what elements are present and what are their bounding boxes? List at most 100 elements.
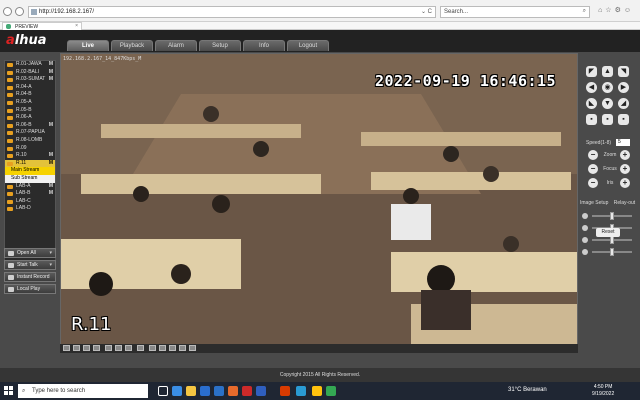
video-feed[interactable]: 192.168.2.167_14_847Kbps_M 2022-09-19 16…: [60, 53, 578, 350]
slider-knob[interactable]: [610, 212, 614, 220]
open-all-button[interactable]: Open All ▾: [4, 248, 56, 258]
iris-open-icon[interactable]: +: [620, 178, 630, 188]
back-icon[interactable]: [3, 7, 12, 16]
image-setup-title[interactable]: Image Setup: [580, 200, 608, 206]
hue-slider[interactable]: [582, 248, 636, 256]
tab-playback[interactable]: Playback: [111, 40, 153, 51]
layout-1-icon[interactable]: [63, 345, 70, 351]
taskbar-search-input[interactable]: ⌕ Type here to search: [18, 384, 148, 398]
record-icon[interactable]: [159, 345, 166, 351]
channel-item[interactable]: R.10 M: [5, 152, 55, 160]
file-explorer-icon[interactable]: [186, 386, 196, 396]
internet-explorer-icon[interactable]: [296, 386, 306, 396]
ptz-preset-icon[interactable]: ▪: [586, 114, 597, 125]
ptz-left-icon[interactable]: ◀: [586, 82, 597, 93]
zoom-icon[interactable]: [179, 345, 186, 351]
tab-live[interactable]: Live: [67, 40, 109, 51]
channel-item[interactable]: R.05-B: [5, 107, 55, 115]
channel-item[interactable]: LAB-C: [5, 198, 55, 206]
ptz-down-left-icon[interactable]: ◣: [586, 98, 597, 109]
firefox-icon[interactable]: [228, 386, 238, 396]
system-clock[interactable]: 4:50 PM 9/19/2022: [592, 384, 614, 398]
layout-8-icon[interactable]: [83, 345, 90, 351]
reset-button[interactable]: Reset: [596, 228, 620, 237]
zoom-out-icon[interactable]: −: [588, 150, 598, 160]
focus-out-icon[interactable]: −: [588, 164, 598, 174]
windows-start-icon[interactable]: [4, 386, 14, 396]
ptz-pattern-icon[interactable]: ▪: [618, 114, 629, 125]
ptz-up-left-icon[interactable]: ◤: [586, 66, 597, 77]
camera-icon: [7, 70, 13, 75]
channel-item[interactable]: R.07-PAPUA: [5, 129, 55, 137]
forward-icon[interactable]: [15, 7, 24, 16]
audio-icon[interactable]: [169, 345, 176, 351]
address-bar[interactable]: http://192.168.2.167/ ⌄ C: [28, 6, 436, 18]
ptz-tour-icon[interactable]: ▪: [602, 114, 613, 125]
edge-icon[interactable]: [172, 386, 182, 396]
taskbar-search-placeholder: Type here to search: [32, 388, 86, 394]
layout-9-icon[interactable]: [93, 345, 100, 351]
brightness-slider[interactable]: [582, 212, 636, 220]
layout-16-icon[interactable]: [105, 345, 112, 351]
ptz-right-icon[interactable]: ▶: [618, 82, 629, 93]
sub-stream-option[interactable]: Sub Stream: [5, 174, 55, 183]
ptz-center-icon[interactable]: ◉: [602, 82, 613, 93]
tab-logout[interactable]: Logout: [287, 40, 329, 51]
speed-label: Speed(1-8): [586, 140, 612, 146]
main-stream-option[interactable]: Main Stream: [5, 167, 55, 175]
layout-36-icon[interactable]: [125, 345, 132, 351]
layout-25-icon[interactable]: [115, 345, 122, 351]
ptz-up-right-icon[interactable]: ◥: [618, 66, 629, 77]
tab-info[interactable]: Info: [243, 40, 285, 51]
instant-record-button[interactable]: Instant Record: [4, 272, 56, 282]
app-icon[interactable]: [242, 386, 252, 396]
ptz-down-right-icon[interactable]: ◢: [618, 98, 629, 109]
search-icon[interactable]: ⌕: [583, 8, 586, 15]
tab-close-icon[interactable]: ×: [75, 23, 78, 29]
channel-item[interactable]: R.04-B: [5, 91, 55, 99]
mail-icon[interactable]: [214, 386, 224, 396]
zoom-in-icon[interactable]: +: [620, 150, 630, 160]
relay-out-title[interactable]: Relay-out: [614, 200, 635, 206]
ptz-up-icon[interactable]: ▲: [602, 66, 613, 77]
focus-in-icon[interactable]: +: [620, 164, 630, 174]
channel-item[interactable]: LAB-D: [5, 205, 55, 213]
browser-icons[interactable]: ⌂☆⚙☺: [598, 6, 634, 14]
weather-widget[interactable]: 31°C Berawan: [508, 387, 547, 393]
ptz-down-icon[interactable]: ▼: [602, 98, 613, 109]
layout-4-icon[interactable]: [73, 345, 80, 351]
tab-setup[interactable]: Setup: [199, 40, 241, 51]
channel-item[interactable]: R.03-SUMAT M: [5, 76, 55, 84]
fullscreen-icon[interactable]: [137, 345, 144, 351]
channel-item[interactable]: R.08-LOMB: [5, 137, 55, 145]
channel-item[interactable]: R.05-A: [5, 99, 55, 107]
channel-item[interactable]: R.06-B M: [5, 122, 55, 130]
speed-select[interactable]: 5: [616, 139, 630, 146]
task-view-icon[interactable]: [158, 386, 168, 396]
address-controls[interactable]: ⌄ C: [421, 8, 432, 15]
channel-item-selected[interactable]: R.11 M: [5, 159, 55, 168]
slider-knob[interactable]: [610, 236, 614, 244]
local-play-button[interactable]: Local Play: [4, 284, 56, 294]
app-icon[interactable]: [312, 386, 322, 396]
app-icon[interactable]: [280, 386, 290, 396]
app-icon[interactable]: [256, 386, 266, 396]
slider-knob[interactable]: [610, 248, 614, 256]
snapshot-icon[interactable]: [149, 345, 156, 351]
channel-item[interactable]: R.09: [5, 145, 55, 153]
iris-close-icon[interactable]: −: [588, 178, 598, 188]
channel-item[interactable]: R.02-BALI M: [5, 69, 55, 77]
browser-tab[interactable]: PREVIEW ×: [2, 22, 82, 30]
saturation-slider[interactable]: [582, 236, 636, 244]
store-icon[interactable]: [200, 386, 210, 396]
channel-item[interactable]: R.01-JAWA M: [5, 61, 55, 69]
close-video-icon[interactable]: [189, 345, 196, 351]
browser-search-input[interactable]: Search... ⌕: [440, 6, 590, 18]
channel-item[interactable]: R.04-A: [5, 84, 55, 92]
chrome-icon[interactable]: [326, 386, 336, 396]
channel-item[interactable]: LAB-B M: [5, 190, 55, 198]
channel-item[interactable]: R.06-A: [5, 114, 55, 122]
tab-alarm[interactable]: Alarm: [155, 40, 197, 51]
start-talk-button[interactable]: Start Talk ▾: [4, 260, 56, 270]
channel-item[interactable]: LAB-A M: [5, 183, 55, 191]
